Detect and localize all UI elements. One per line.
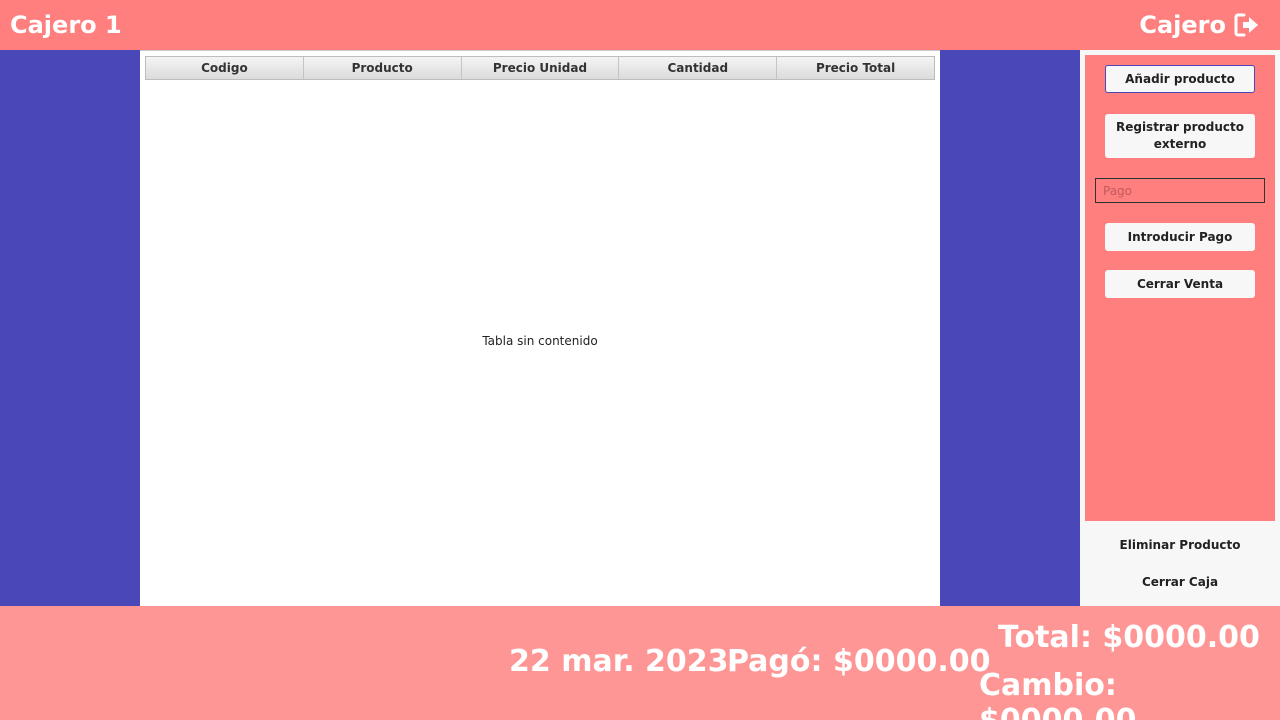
empty-table-message: Tabla sin contenido <box>482 334 598 348</box>
add-product-button[interactable]: Añadir producto <box>1105 65 1255 93</box>
bottom-bar: 22 mar. 2023 Pagó: $0000.00 Total: $0000… <box>0 606 1280 720</box>
close-sale-button[interactable]: Cerrar Venta <box>1105 270 1255 298</box>
paid-amount: Pagó: $0000.00 <box>727 644 991 679</box>
column-header-cantidad[interactable]: Cantidad <box>619 57 778 79</box>
column-header-producto[interactable]: Producto <box>304 57 462 79</box>
payment-input[interactable] <box>1095 178 1265 203</box>
sign-out-icon[interactable] <box>1234 11 1262 39</box>
column-header-precio-unidad[interactable]: Precio Unidad <box>462 57 620 79</box>
top-bar: Cajero 1 Cajero <box>0 0 1280 50</box>
products-table[interactable]: Codigo Producto Precio Unidad Cantidad P… <box>140 50 940 606</box>
actions-panel-inner: Añadir producto Registrar producto exter… <box>1085 55 1275 521</box>
window-title: Cajero 1 <box>10 11 122 39</box>
left-background-band <box>0 50 140 606</box>
enter-payment-button[interactable]: Introducir Pago <box>1105 223 1255 251</box>
actions-panel: Añadir producto Registrar producto exter… <box>1080 50 1280 606</box>
total-amount: Total: $0000.00 <box>998 620 1260 655</box>
column-header-codigo[interactable]: Codigo <box>146 57 304 79</box>
right-background-band <box>940 50 1080 606</box>
user-logout[interactable]: Cajero <box>1139 10 1262 40</box>
remove-product-button[interactable]: Eliminar Producto <box>1080 538 1280 552</box>
user-label: Cajero <box>1139 11 1226 39</box>
date-label: 22 mar. 2023 <box>509 644 729 679</box>
table-header: Codigo Producto Precio Unidad Cantidad P… <box>145 56 935 80</box>
column-header-precio-total[interactable]: Precio Total <box>777 57 934 79</box>
close-register-button[interactable]: Cerrar Caja <box>1080 575 1280 589</box>
register-external-product-button[interactable]: Registrar producto externo <box>1105 114 1255 158</box>
change-amount: Cambio: $0000.00 <box>979 668 1137 720</box>
